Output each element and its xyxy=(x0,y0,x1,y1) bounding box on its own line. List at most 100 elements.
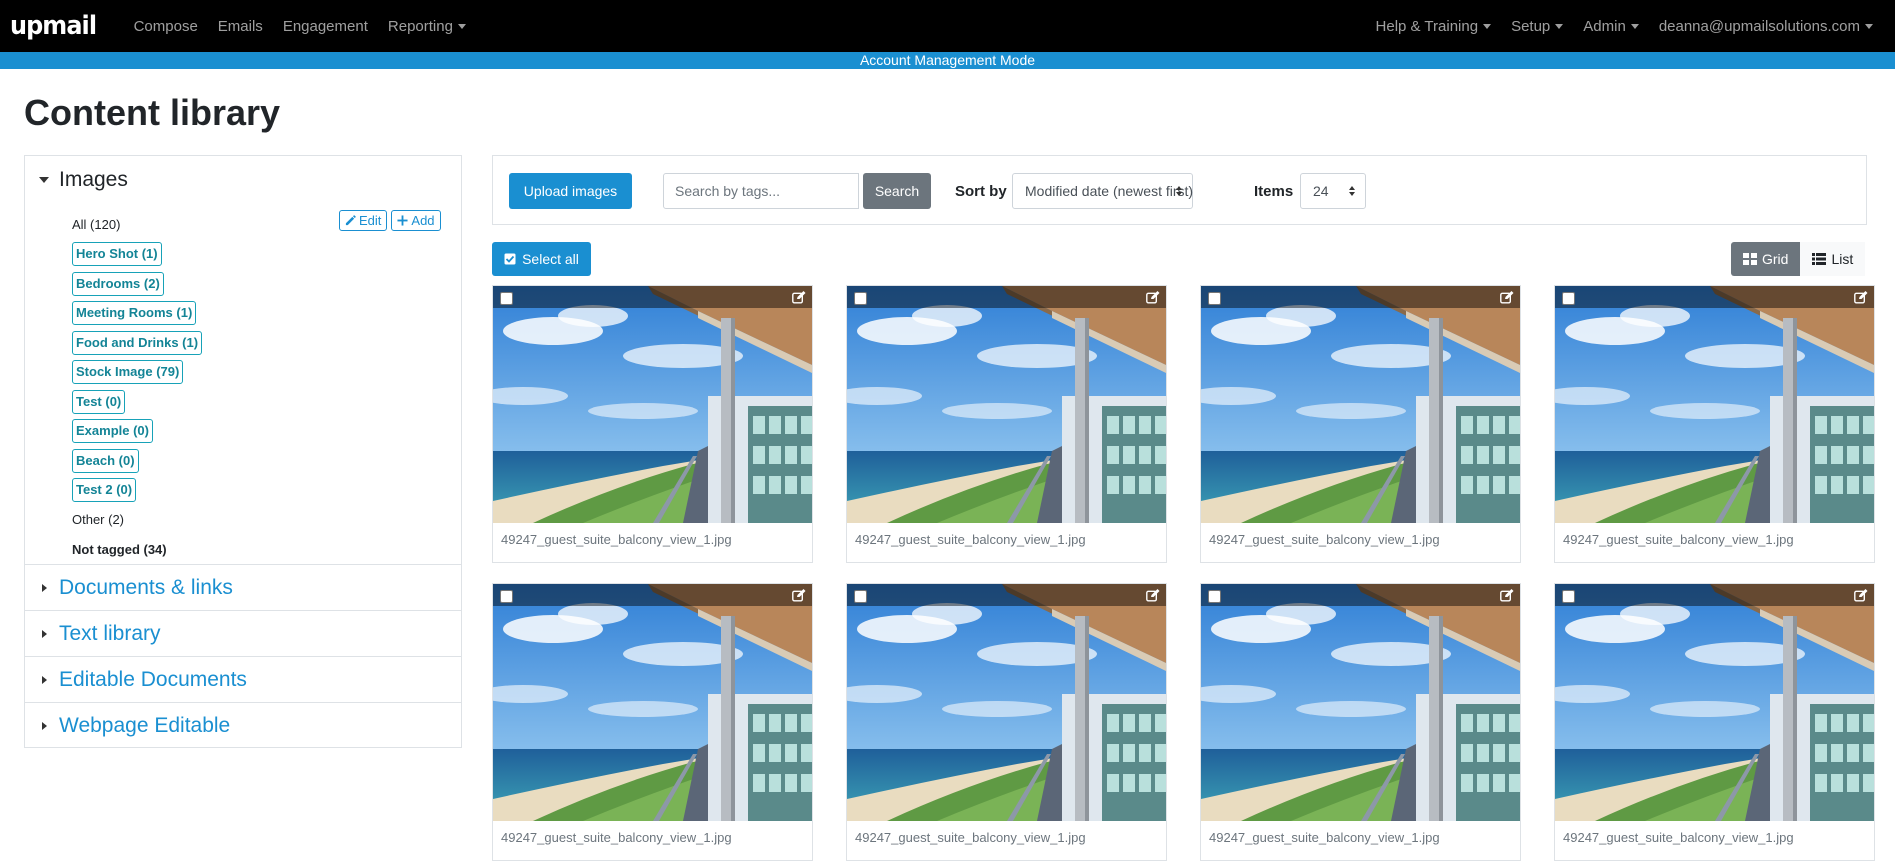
checkbox-checked-icon xyxy=(504,253,516,265)
list-view-label: List xyxy=(1831,251,1854,267)
image-card[interactable]: 49247_guest_suite_balcony_view_1.jpg xyxy=(1200,583,1521,861)
image-card[interactable]: 49247_guest_suite_balcony_view_1.jpg xyxy=(846,583,1167,861)
image-card[interactable]: 49247_guest_suite_balcony_view_1.jpg xyxy=(846,285,1167,563)
balcony-ocean-photo xyxy=(493,584,812,821)
tag-row: Meeting Rooms (1) xyxy=(72,299,202,329)
brand-logo[interactable]: upmail xyxy=(10,11,97,41)
section-title: Webpage Editable xyxy=(59,714,231,737)
image-select-checkbox[interactable] xyxy=(1562,292,1575,305)
sort-by-label: Sort by xyxy=(955,183,1007,200)
nav-item-compose[interactable]: Compose xyxy=(124,18,208,35)
section-title: Text library xyxy=(59,622,161,645)
tag-filter-stock-image[interactable]: Stock Image (79) xyxy=(72,360,184,385)
search-button[interactable]: Search xyxy=(863,173,931,209)
edit-image-icon[interactable] xyxy=(1500,589,1514,607)
image-select-checkbox[interactable] xyxy=(1208,292,1221,305)
tag-filter-other[interactable]: Other (2) xyxy=(72,512,124,527)
tag-row: Test 2 (0) xyxy=(72,476,202,506)
tag-filter-meeting-rooms[interactable]: Meeting Rooms (1) xyxy=(72,301,197,326)
image-thumbnail[interactable] xyxy=(493,584,812,821)
upload-images-button[interactable]: Upload images xyxy=(509,173,632,209)
tag-filter-test[interactable]: Test (0) xyxy=(72,389,126,414)
images-section-toggle[interactable]: Images xyxy=(35,168,128,192)
image-thumbnail[interactable] xyxy=(1555,584,1874,821)
caret-down-icon xyxy=(1555,23,1564,29)
nav-item-help-training[interactable]: Help & Training xyxy=(1366,18,1502,35)
nav-item-setup[interactable]: Setup xyxy=(1501,18,1573,35)
edit-image-icon[interactable] xyxy=(1146,589,1160,607)
edit-image-icon[interactable] xyxy=(1500,291,1514,309)
image-thumbnail[interactable] xyxy=(493,286,812,523)
sort-select-value: Modified date (newest first) xyxy=(1025,183,1194,199)
image-card[interactable]: 49247_guest_suite_balcony_view_1.jpg xyxy=(1554,583,1875,861)
nav-item-admin[interactable]: Admin xyxy=(1573,18,1649,35)
image-thumbnail[interactable] xyxy=(1201,584,1520,821)
image-thumbnail[interactable] xyxy=(1201,286,1520,523)
tag-filter-example[interactable]: Example (0) xyxy=(72,419,153,444)
caret-down-icon xyxy=(1865,23,1873,29)
tag-filter-all[interactable]: All (120) xyxy=(72,217,120,232)
tag-filter-food-and-drinks[interactable]: Food and Drinks (1) xyxy=(72,330,203,355)
list-view-button[interactable]: List xyxy=(1800,242,1866,276)
select-arrows-icon xyxy=(1176,186,1182,196)
image-select-checkbox[interactable] xyxy=(500,590,513,603)
nav-left: Compose Emails Engagement Reporting xyxy=(124,18,476,35)
edit-image-icon[interactable] xyxy=(792,589,806,607)
tag-filter-bedrooms[interactable]: Bedrooms (2) xyxy=(72,271,164,296)
edit-image-icon[interactable] xyxy=(1854,589,1868,607)
edit-tags-button[interactable]: Edit xyxy=(339,210,388,231)
image-select-checkbox[interactable] xyxy=(1208,590,1221,603)
section-toggle-webpage-editable[interactable]: Webpage Editable xyxy=(35,714,230,738)
image-card[interactable]: 49247_guest_suite_balcony_view_1.jpg xyxy=(492,583,813,861)
image-select-checkbox[interactable] xyxy=(1562,590,1575,603)
balcony-ocean-photo xyxy=(493,286,812,523)
edit-image-icon[interactable] xyxy=(792,291,806,309)
tag-search-input[interactable] xyxy=(663,173,859,209)
edit-image-icon[interactable] xyxy=(1146,291,1160,309)
image-card[interactable]: 49247_guest_suite_balcony_view_1.jpg xyxy=(492,285,813,563)
items-per-page-select[interactable]: 24 xyxy=(1300,173,1366,209)
caret-down-icon xyxy=(1483,23,1492,29)
nav-item-label: deanna@upmailsolutions.com xyxy=(1658,17,1860,35)
grid-view-label: Grid xyxy=(1762,251,1789,267)
image-select-checkbox[interactable] xyxy=(854,590,867,603)
tag-filter-hero-shot[interactable]: Hero Shot (1) xyxy=(72,242,162,267)
top-navbar: upmail Compose Emails Engagement Reporting … xyxy=(0,0,1895,52)
nav-item-label: Compose xyxy=(133,17,198,35)
view-toggle: Grid List xyxy=(1731,242,1866,276)
image-select-checkbox[interactable] xyxy=(854,292,867,305)
image-card[interactable]: 49247_guest_suite_balcony_view_1.jpg xyxy=(1200,285,1521,563)
tag-row: Hero Shot (1) xyxy=(72,240,202,270)
tag-filter-test-2[interactable]: Test 2 (0) xyxy=(72,478,137,503)
section-toggle-editable-documents[interactable]: Editable Documents xyxy=(35,668,247,692)
nav-item-engagement[interactable]: Engagement xyxy=(273,18,378,35)
add-tag-label: Add xyxy=(411,213,435,228)
image-filename: 49247_guest_suite_balcony_view_1.jpg xyxy=(1209,830,1440,845)
section-toggle-documents-links[interactable]: Documents & links xyxy=(35,576,233,600)
image-grid: 49247_guest_suite_balcony_view_1.jpg 4924… xyxy=(492,285,1875,868)
sort-select[interactable]: Modified date (newest first) xyxy=(1012,173,1193,209)
balcony-ocean-photo xyxy=(1201,584,1520,821)
tag-filter-not-tagged[interactable]: Not tagged (34) xyxy=(72,542,167,557)
edit-image-icon[interactable] xyxy=(1854,291,1868,309)
tag-filter-beach[interactable]: Beach (0) xyxy=(72,448,139,473)
nav-item-reporting[interactable]: Reporting xyxy=(378,18,476,35)
caret-down-icon xyxy=(1630,23,1639,29)
nav-item-label: Admin xyxy=(1583,17,1626,35)
select-all-button[interactable]: Select all xyxy=(492,242,591,276)
image-thumbnail[interactable] xyxy=(847,286,1166,523)
nav-item-deanna-upmailsolutions-com[interactable]: deanna@upmailsolutions.com xyxy=(1649,18,1883,35)
grid-view-button[interactable]: Grid xyxy=(1731,242,1801,276)
image-thumbnail[interactable] xyxy=(1555,286,1874,523)
tag-row: Test (0) xyxy=(72,387,202,417)
image-card[interactable]: 49247_guest_suite_balcony_view_1.jpg xyxy=(1554,285,1875,563)
image-thumbnail[interactable] xyxy=(847,584,1166,821)
caret-right-icon xyxy=(42,722,47,730)
image-tag-list: All (120) Hero Shot (1) Bedrooms (2) Meetin… xyxy=(72,210,203,565)
add-tag-button[interactable]: Add xyxy=(391,210,441,231)
section-toggle-text-library[interactable]: Text library xyxy=(35,622,161,646)
image-select-checkbox[interactable] xyxy=(500,292,513,305)
tag-row: Food and Drinks (1) xyxy=(72,328,203,358)
tag-row: Not tagged (34) xyxy=(72,535,202,565)
nav-item-emails[interactable]: Emails xyxy=(208,18,273,35)
